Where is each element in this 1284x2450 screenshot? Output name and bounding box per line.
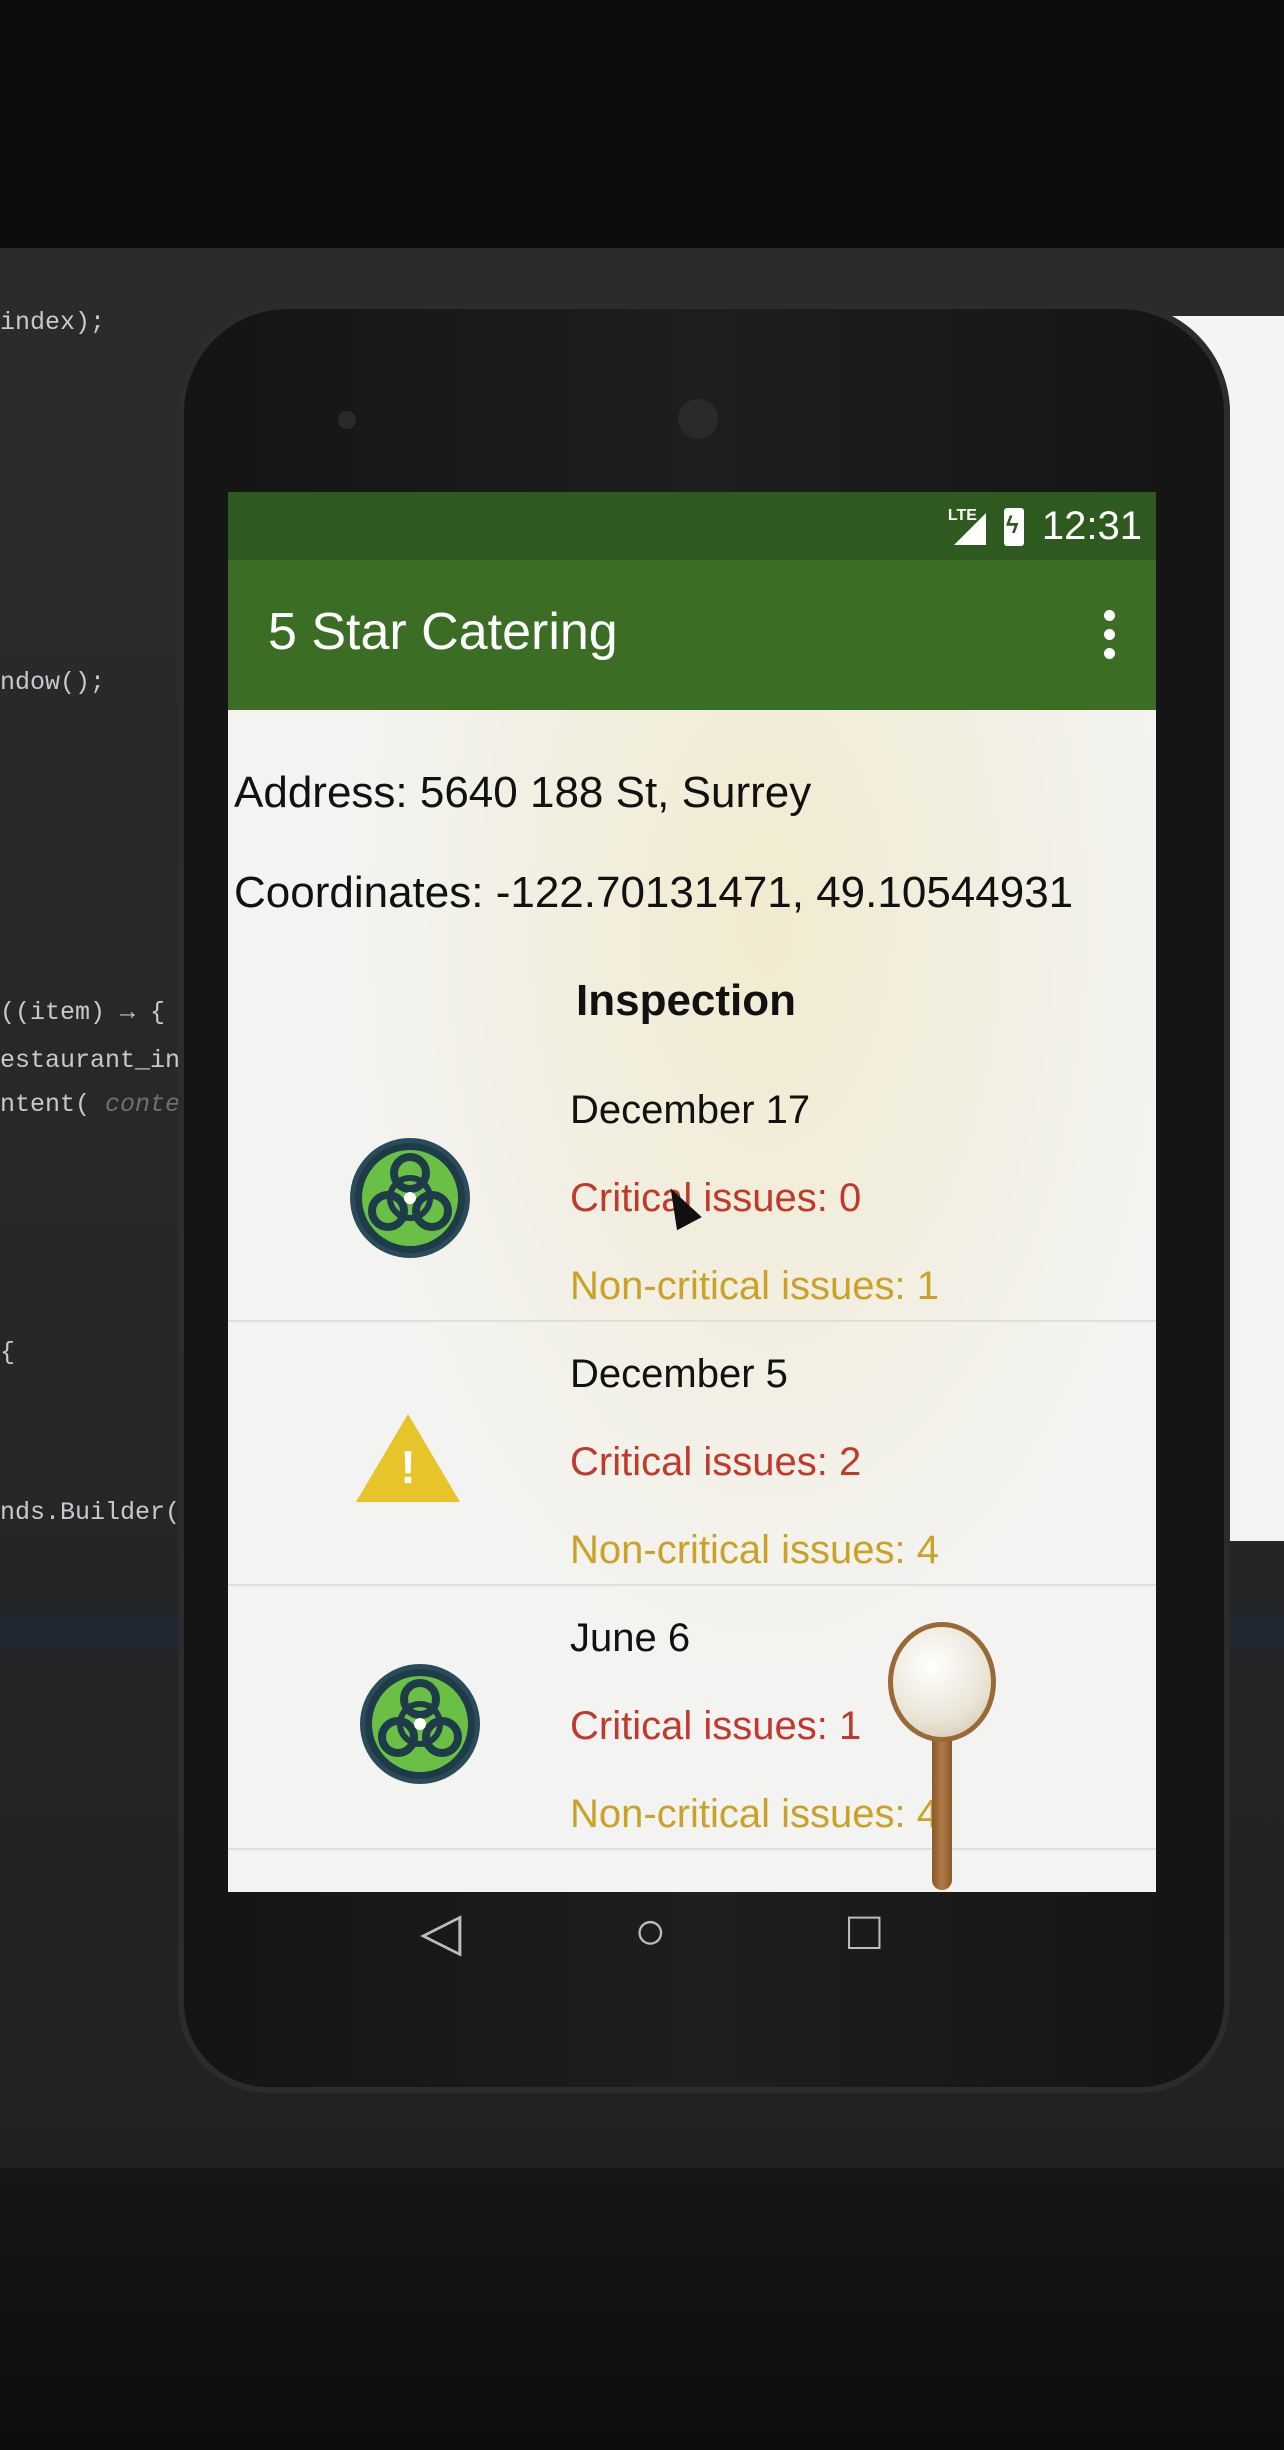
spoon-handle (932, 1720, 952, 1890)
nav-recents-button[interactable]: □ (848, 1900, 881, 1962)
status-time: 12:31 (1041, 504, 1142, 548)
critical-issues: Critical issues: 1 (570, 1704, 862, 1748)
restaurant-details: Address: 5640 188 St, Surrey Coordinates… (228, 710, 1156, 1892)
phone-sensor (338, 411, 356, 429)
critical-issues: Critical issues: 0 (570, 1176, 862, 1220)
nav-bar: ◁ ○ □ (240, 1900, 1140, 2020)
status-bar: LTE 12:31 (228, 492, 1156, 560)
inspection-item[interactable]: June 6 Critical issues: 1 Non-critical i… (228, 1586, 1156, 1850)
phone-camera (678, 399, 718, 439)
coordinates-text: Coordinates: -122.70131471, 49.10544931 (234, 868, 1074, 917)
signal-icon: LTE (946, 507, 986, 545)
desk-surface (0, 2168, 1284, 2450)
inspection-heading: Inspection (576, 976, 797, 1025)
biohazard-icon (350, 1138, 470, 1258)
address-text: Address: 5640 188 St, Surrey (234, 768, 812, 817)
non-critical-issues: Non-critical issues: 1 (570, 1264, 940, 1308)
app-title: 5 Star Catering (268, 603, 618, 661)
warning-mark: ! (400, 1441, 416, 1493)
more-vert-icon[interactable] (1104, 610, 1118, 662)
nav-back-button[interactable]: ◁ (420, 1900, 462, 1963)
app-bar: 5 Star Catering (228, 560, 1156, 710)
non-critical-issues: Non-critical issues: 4 (570, 1792, 940, 1836)
inspection-date: December 5 (570, 1352, 788, 1396)
inspection-item[interactable]: ! December 5 Critical issues: 2 Non-crit… (228, 1322, 1156, 1586)
phone-screen: LTE 12:31 5 Star Catering Address: 5640 … (228, 492, 1156, 1892)
ide-code-line: ((item) → { (0, 998, 166, 1027)
inspection-date: June 6 (570, 1616, 691, 1660)
ide-code-line: index); (0, 308, 106, 337)
ide-code-line: ndow(); (0, 668, 106, 697)
battery-icon (1003, 507, 1024, 546)
ide-code-line: estaurant_ind (0, 1046, 196, 1075)
ide-code-text: ntent( (0, 1090, 106, 1119)
inspection-date: December 17 (570, 1088, 811, 1132)
rice-spoon-image (888, 1622, 996, 1742)
inspection-item[interactable]: December 17 Critical issues: 0 Non-criti… (228, 1058, 1156, 1322)
biohazard-icon (360, 1664, 480, 1784)
non-critical-issues: Non-critical issues: 4 (570, 1528, 940, 1572)
ide-code-line: { (0, 1338, 16, 1367)
critical-issues: Critical issues: 2 (570, 1440, 862, 1484)
nav-home-button[interactable]: ○ (634, 1900, 667, 1962)
